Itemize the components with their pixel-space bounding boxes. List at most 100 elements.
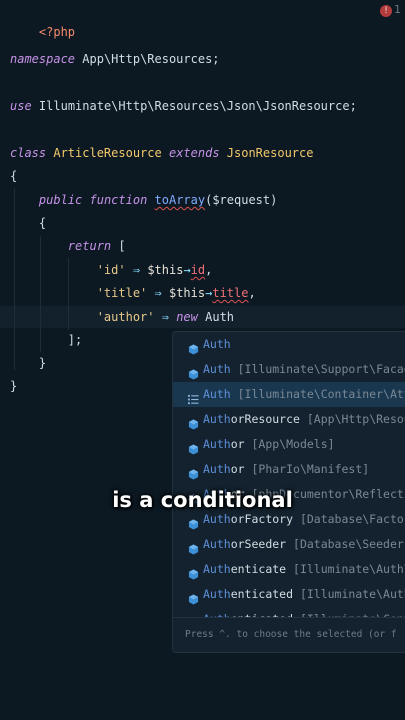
method-open-brace: { [38,216,47,230]
class-icon [188,564,199,580]
public-keyword: public [38,193,83,207]
return-keyword: return [67,239,112,253]
video-caption: is a conditional [112,488,293,512]
autocomplete-item-label: AuthorSeeder [Database\Seeders [203,532,405,557]
autocomplete-match-text: Auth [203,512,231,526]
autocomplete-rest-text: or [230,437,245,451]
class-icon [188,589,199,605]
class-icon [188,464,199,480]
php-open-tag: <?php [38,25,76,39]
code-line-3[interactable]: namespace App\Http\Resources; [10,49,220,69]
use-keyword: use [10,99,32,113]
autocomplete-item-label: Auth [Illuminate\Support\Facad [203,357,405,382]
array-key-author: 'author' [96,310,155,324]
comma: , [205,263,213,277]
autocomplete-namespace-text: [Illuminate\Auth\ [286,562,405,576]
autocomplete-item[interactable]: Author [PharIo\Manifest] [173,457,405,482]
list-icon [188,389,199,405]
property-title: title [212,286,249,300]
problems-count: 1 [394,3,401,16]
autocomplete-rest-text: orSeeder [230,537,287,551]
autocomplete-item-label: Authenticate [Illuminate\Auth\ [203,557,405,582]
autocomplete-item[interactable]: Authenticate [Illuminate\Auth\ [173,557,405,582]
code-line-15[interactable]: ]; [10,330,82,350]
array-key-id: 'id' [96,263,126,277]
code-line-17[interactable]: } [10,376,17,396]
this-variable: $this [168,286,206,300]
code-line-8[interactable]: { [10,166,17,186]
autocomplete-rest-text: orResource [230,412,300,426]
autocomplete-namespace-text: [Database\Factor [293,512,405,526]
class-name: ArticleResource [53,146,162,160]
double-arrow: ⇒ [161,310,169,324]
autocomplete-item[interactable]: AuthorResource [App\Http\Resou [173,407,405,432]
autocomplete-item[interactable]: AuthorSeeder [Database\Seeders [173,532,405,557]
code-line-5[interactable]: use Illuminate\Http\Resources\Json\JsonR… [10,96,357,116]
autocomplete-match-text: Auth [203,462,231,476]
error-icon[interactable]: ! [380,5,392,17]
class-close-brace: } [10,379,18,393]
extends-keyword: extends [168,146,220,160]
autocomplete-item[interactable]: Auth [Illuminate\Container\Att [173,382,405,407]
autocomplete-match-text: Auth [203,412,231,426]
autocomplete-match-text: Auth [203,337,231,351]
autocomplete-rest-text: enticate [230,562,287,576]
autocomplete-item-label: Auth [Illuminate\Container\Att [203,382,405,407]
code-line-14[interactable]: 'author' ⇒ new Auth [10,307,234,327]
autocomplete-match-text: Auth [203,437,231,451]
class-icon [188,539,199,555]
comma: , [248,286,256,300]
array-key-title: 'title' [96,286,148,300]
autocomplete-item[interactable]: Authenticated [Illuminate\Auth [173,582,405,607]
code-line-9[interactable]: public function toArray($request) [10,190,277,210]
autocomplete-item[interactable]: Auth [173,332,405,357]
autocomplete-item[interactable]: Author [App\Models] [173,432,405,457]
footer-hint-text: Press ^. to choose the selected (or f [185,629,397,640]
namespace-keyword: namespace [10,52,76,66]
autocomplete-namespace-text: [App\Models] [244,437,335,451]
array-open-bracket: [ [118,239,126,253]
autocomplete-rest-text: or [230,462,245,476]
double-arrow: ⇒ [132,263,141,277]
parent-class-name: JsonResource [226,146,314,160]
double-arrow: ⇒ [154,286,162,300]
autocomplete-item-label: Author [App\Models] [203,432,335,457]
array-close-bracket: ]; [67,333,83,347]
code-line-12[interactable]: 'id' ⇒ $this→id, [10,260,213,280]
class-open-brace: { [10,169,18,183]
method-close-brace: } [38,356,47,370]
code-line-10[interactable]: { [10,213,46,233]
autocomplete-item-label: AuthorResource [App\Http\Resou [203,407,405,432]
autocomplete-match-text: Auth [203,562,231,576]
class-icon [188,364,199,380]
autocomplete-footer-hint: Press ^. to choose the selected (or f [173,617,405,652]
code-line-16[interactable]: } [10,353,46,373]
typed-class-text: Auth [205,310,235,324]
autocomplete-namespace-text: [Illuminate\Auth [293,587,405,601]
class-keyword: class [10,146,47,160]
code-line-7[interactable]: class ArticleResource extends JsonResour… [10,143,313,163]
method-params: ($request) [205,193,278,207]
this-variable: $this [147,263,184,277]
autocomplete-item[interactable]: Auth [Illuminate\Support\Facad [173,357,405,382]
autocomplete-match-text: Auth [203,537,231,551]
class-icon [188,439,199,455]
autocomplete-match-text: Auth [203,587,231,601]
autocomplete-namespace-text: [Illuminate\Support\Facad [230,362,405,376]
class-icon [188,414,199,430]
function-keyword: function [89,193,148,207]
autocomplete-match-text: Auth [203,387,231,401]
new-keyword: new [176,310,198,324]
autocomplete-namespace-text: [Database\Seeders [286,537,405,551]
class-icon [188,514,199,530]
code-line-13[interactable]: 'title' ⇒ $this→title, [10,283,256,303]
autocomplete-item-label: Authenticated [Illuminate\Auth [203,582,405,607]
autocomplete-rest-text: enticated [230,587,294,601]
namespace-value: App\Http\Resources; [82,52,220,66]
method-name: toArray [154,193,206,207]
class-icon [188,339,199,355]
autocomplete-item-label: Author [PharIo\Manifest] [203,457,369,482]
code-line-11[interactable]: return [ [10,236,126,256]
autocomplete-rest-text: orFactory [230,512,294,526]
code-line-1[interactable]: <?php [10,2,75,39]
